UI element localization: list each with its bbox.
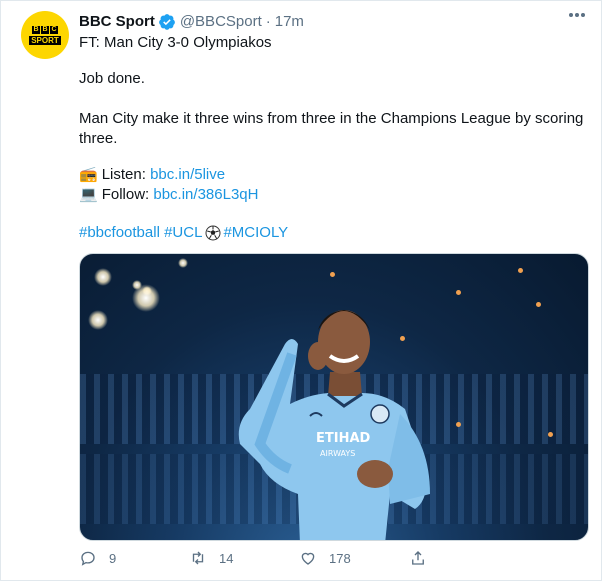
author-name[interactable]: BBC Sport — [79, 12, 155, 32]
hashtags-line: #bbcfootball #UCL #MCIOLY — [79, 223, 288, 243]
stadium-light — [456, 422, 461, 427]
bbc-sport-logo: B B C SPORT — [29, 25, 61, 45]
tweet-photo[interactable]: ETIHAD AIRWAYS — [79, 253, 589, 541]
follow-link[interactable]: bbc.in/386L3qH — [153, 185, 258, 205]
tweet-line-job-done: Job done. — [79, 70, 145, 87]
hashtag-bbcfootball[interactable]: #bbcfootball — [79, 223, 160, 243]
like-count: 178 — [329, 550, 351, 566]
svg-text:AIRWAYS: AIRWAYS — [320, 449, 355, 458]
listen-line: 📻 Listen: bbc.in/5live — [79, 165, 225, 185]
listen-label: Listen: — [101, 166, 146, 183]
like-button[interactable]: 178 — [299, 549, 409, 567]
radio-icon: 📻 — [79, 166, 98, 183]
share-icon — [412, 551, 424, 565]
stadium-light — [536, 302, 541, 307]
follow-label: Follow: — [101, 186, 150, 203]
football-icon — [205, 225, 221, 241]
retweet-icon — [192, 551, 204, 565]
verified-icon — [158, 14, 175, 30]
author-handle[interactable]: @BBCSport — [180, 12, 262, 32]
separator: · — [265, 13, 271, 30]
stadium-light — [548, 432, 553, 437]
stadium-light — [330, 272, 335, 277]
floodlight — [94, 268, 112, 286]
follow-line: 💻 Follow: bbc.in/386L3qH — [79, 185, 258, 205]
share-button[interactable] — [409, 549, 519, 567]
reply-count: 9 — [109, 550, 117, 566]
tweet-line-summary: Man City make it three wins from three i… — [79, 110, 584, 147]
floodlight — [132, 284, 160, 312]
retweet-count: 14 — [219, 550, 234, 566]
hashtag-ucl[interactable]: #UCL — [164, 223, 202, 243]
tweet-card[interactable]: B B C SPORT BBC Sport @BBCSport · 17m FT… — [0, 0, 602, 581]
more-options-icon[interactable] — [569, 13, 585, 17]
stadium-light — [456, 290, 461, 295]
floodlight — [178, 258, 188, 268]
timestamp[interactable]: 17m — [275, 12, 304, 32]
listen-link[interactable]: bbc.in/5live — [150, 165, 225, 185]
retweet-button[interactable]: 14 — [189, 549, 299, 567]
reply-button[interactable]: 9 — [79, 549, 189, 567]
player-figure: ETIHAD AIRWAYS — [238, 310, 430, 540]
laptop-icon: 💻 — [79, 186, 98, 203]
svg-text:ETIHAD: ETIHAD — [316, 431, 371, 446]
reply-icon — [81, 551, 95, 566]
floodlight — [88, 310, 108, 330]
tweet-actions: 9 14 178 — [79, 549, 519, 567]
avatar[interactable]: B B C SPORT — [21, 11, 69, 59]
tweet-line-score: FT: Man City 3-0 Olympiakos — [79, 34, 272, 51]
hashtag-mcioly[interactable]: #MCIOLY — [223, 223, 288, 243]
tweet-header: BBC Sport @BBCSport · 17m — [79, 12, 304, 32]
heart-icon — [301, 552, 315, 565]
stadium-light — [518, 268, 523, 273]
